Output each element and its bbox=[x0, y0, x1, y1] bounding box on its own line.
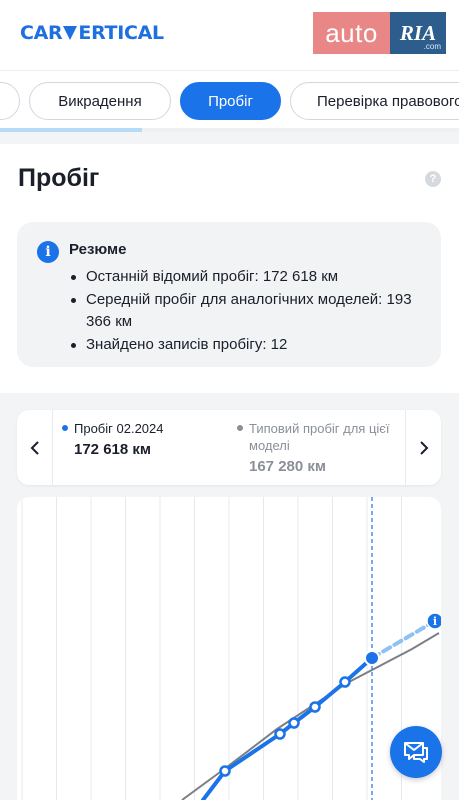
chat-icon bbox=[404, 742, 428, 763]
app-header: CAR ERTICAL auto RIA .com bbox=[0, 0, 459, 70]
tabs-scroll-indicator bbox=[0, 128, 459, 132]
stat-typical: Типовий пробіг для цієї моделі 167 280 к… bbox=[237, 420, 402, 475]
summary-list: Останній відомий пробіг: 172 618 км Сере… bbox=[69, 266, 414, 357]
info-icon: i bbox=[37, 241, 59, 263]
stat-record-label-text: Пробіг 02.2024 bbox=[74, 421, 164, 436]
logo-text-right: ERTICAL bbox=[78, 22, 164, 44]
mileage-record-point bbox=[309, 701, 321, 713]
section-tabs: Викрадення Пробіг Перевірка правового ст… bbox=[0, 70, 459, 132]
mileage-record-point bbox=[274, 728, 286, 740]
tab-previous-partial[interactable] bbox=[0, 82, 20, 120]
question-icon[interactable]: ? bbox=[425, 171, 441, 187]
page-title: Пробіг bbox=[18, 164, 100, 192]
selected-record-point bbox=[366, 652, 378, 664]
mileage-chart-section: Пробіг 02.2024 172 618 км Типовий пробіг… bbox=[0, 393, 459, 800]
series-dot bbox=[62, 425, 68, 431]
stat-typical-label-text: Типовий пробіг для цієї моделі bbox=[249, 421, 390, 453]
summary-title: Резюме bbox=[69, 241, 127, 258]
stat-record-value: 172 618 км bbox=[74, 441, 151, 458]
carvertical-logo[interactable]: CAR ERTICAL bbox=[20, 22, 164, 44]
mileage-chart: i bbox=[17, 497, 441, 800]
logo-v-mark bbox=[63, 26, 78, 40]
summary-box: i Резюме Останній відомий пробіг: 172 61… bbox=[17, 222, 441, 367]
summary-item-records-count: Знайдено записів пробігу: 12 bbox=[69, 334, 414, 356]
chart-navigator: Пробіг 02.2024 172 618 км Типовий пробіг… bbox=[17, 410, 441, 485]
stat-typical-value: 167 280 км bbox=[249, 458, 326, 475]
mileage-record-point bbox=[219, 765, 231, 777]
summary-item-last-mileage: Останній відомий пробіг: 172 618 км bbox=[69, 266, 414, 288]
series-dot bbox=[237, 425, 243, 431]
stat-typical-label: Типовий пробіг для цієї моделі bbox=[237, 420, 402, 454]
tabs-scroll-indicator-fill bbox=[0, 128, 143, 132]
autoria-logo[interactable]: auto RIA .com bbox=[313, 12, 446, 54]
chevron-right-icon[interactable] bbox=[405, 410, 441, 485]
tab-mileage[interactable]: Пробіг bbox=[180, 82, 281, 120]
mileage-record-point bbox=[288, 717, 300, 729]
autoria-auto: auto bbox=[313, 12, 390, 54]
summary-item-average-mileage: Середній пробіг для аналогічних моделей:… bbox=[69, 289, 414, 332]
mileage-record-point bbox=[339, 676, 351, 688]
stat-record: Пробіг 02.2024 172 618 км bbox=[62, 420, 232, 458]
tab-theft[interactable]: Викрадення bbox=[29, 82, 171, 120]
autoria-ria: RIA .com bbox=[390, 12, 446, 54]
mileage-section: Пробіг ? i Резюме Останній відомий пробі… bbox=[0, 144, 459, 393]
chat-button[interactable] bbox=[390, 726, 442, 778]
mileage-chart-plot: i bbox=[21, 497, 441, 800]
stat-record-label: Пробіг 02.2024 bbox=[62, 420, 232, 437]
tab-legal-status[interactable]: Перевірка правового статусу bbox=[290, 82, 459, 120]
logo-text-left: CAR bbox=[20, 22, 63, 44]
chevron-left-icon[interactable] bbox=[17, 410, 53, 485]
projection-info-icon-glyph: i bbox=[433, 615, 437, 628]
autoria-ria-suffix: .com bbox=[423, 42, 441, 51]
